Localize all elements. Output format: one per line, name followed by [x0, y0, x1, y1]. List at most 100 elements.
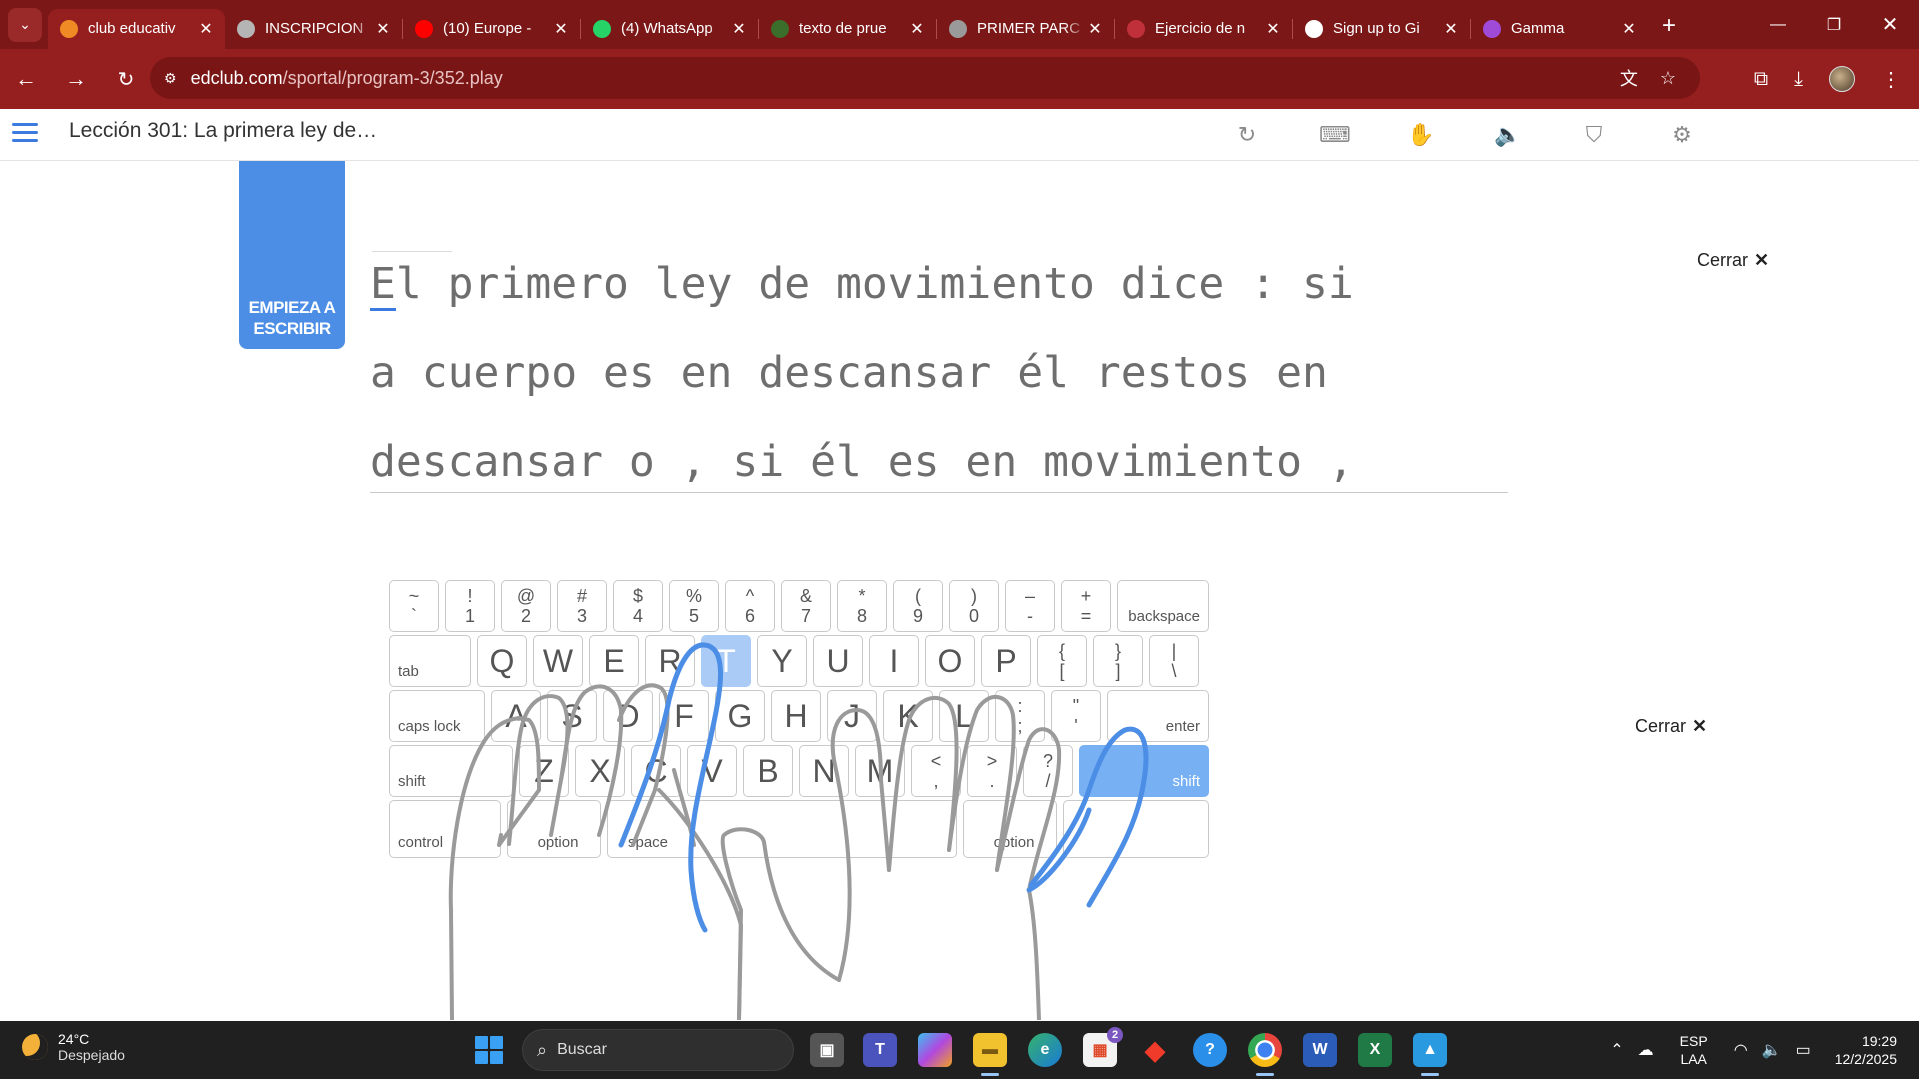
- key-o[interactable]: O: [925, 635, 975, 687]
- key-s[interactable]: S: [547, 690, 597, 742]
- key[interactable]: + =: [1061, 580, 1111, 632]
- keyboard-icon[interactable]: ⌨: [1319, 121, 1351, 149]
- key-p[interactable]: P: [981, 635, 1031, 687]
- key-enter[interactable]: enter: [1107, 690, 1209, 742]
- key[interactable]: " ': [1051, 690, 1101, 742]
- key[interactable]: >.: [967, 745, 1017, 797]
- sound-icon[interactable]: 🔈: [1494, 121, 1522, 149]
- translate-icon[interactable]: 文: [1620, 65, 1638, 91]
- task-view-icon[interactable]: ▣: [810, 1033, 844, 1067]
- back-button[interactable]: ←: [6, 59, 46, 99]
- close-tab-icon[interactable]: ✕: [1086, 19, 1104, 39]
- theme-paint-icon[interactable]: ⛉: [1580, 121, 1608, 149]
- address-bar[interactable]: ⚙ edclub.com/sportal/program-3/352.play …: [150, 57, 1700, 99]
- language-indicator[interactable]: ESP LAA: [1680, 1032, 1708, 1068]
- close-window-button[interactable]: ✕: [1862, 0, 1918, 49]
- edge-icon[interactable]: e: [1028, 1033, 1062, 1067]
- key-m[interactable]: M: [855, 745, 905, 797]
- settings-gear-icon[interactable]: ⚙: [1668, 121, 1696, 149]
- key-tab[interactable]: tab: [389, 635, 471, 687]
- app-diamond-icon[interactable]: ◆: [1138, 1033, 1172, 1067]
- site-info-icon[interactable]: ⚙: [164, 70, 177, 87]
- store-icon[interactable]: ▦ 2: [1083, 1027, 1123, 1067]
- profile-avatar[interactable]: [1829, 66, 1855, 92]
- key-k[interactable]: K: [883, 690, 933, 742]
- key[interactable]: }]: [1093, 635, 1143, 687]
- close-button-bottom[interactable]: Cerrar ✕: [1635, 716, 1707, 737]
- key[interactable]: @2: [501, 580, 551, 632]
- extensions-icon[interactable]: ⧉: [1754, 68, 1768, 91]
- key-control[interactable]: control: [389, 800, 501, 858]
- battery-icon[interactable]: ▭: [1796, 1040, 1811, 1060]
- hand-icon[interactable]: ✋: [1407, 121, 1435, 149]
- close-tab-icon[interactable]: ✕: [908, 19, 926, 39]
- key-w[interactable]: W: [533, 635, 583, 687]
- close-button-top[interactable]: Cerrar ✕: [1697, 250, 1769, 271]
- restart-icon[interactable]: ↻: [1233, 121, 1261, 149]
- file-explorer-icon[interactable]: ▬: [973, 1033, 1007, 1076]
- key[interactable]: $4: [613, 580, 663, 632]
- browser-tab[interactable]: Gamma ✕: [1471, 9, 1648, 49]
- volume-icon[interactable]: 🔈: [1762, 1040, 1782, 1060]
- new-tab-button[interactable]: +: [1662, 12, 1676, 40]
- chrome-icon[interactable]: [1248, 1033, 1282, 1076]
- key[interactable]: & 7: [781, 580, 831, 632]
- key-n[interactable]: N: [799, 745, 849, 797]
- key[interactable]: ! 1: [445, 580, 495, 632]
- key[interactable]: ~ `: [389, 580, 439, 632]
- browser-tab[interactable]: texto de prue ✕: [759, 9, 936, 49]
- close-tab-icon[interactable]: ✕: [197, 19, 215, 39]
- typing-text[interactable]: El primero ley de movimiento dice : si a…: [370, 250, 1510, 517]
- key-y[interactable]: Y: [757, 635, 807, 687]
- key-blank[interactable]: [1063, 800, 1209, 858]
- key[interactable]: – -: [1005, 580, 1055, 632]
- key[interactable]: ) 0: [949, 580, 999, 632]
- minimize-button[interactable]: —: [1750, 0, 1806, 49]
- key[interactable]: <,: [911, 745, 961, 797]
- key-z[interactable]: Z: [519, 745, 569, 797]
- close-tab-icon[interactable]: ✕: [730, 19, 748, 39]
- help-icon[interactable]: ?: [1193, 1033, 1227, 1067]
- browser-tab[interactable]: Ejercicio de n ✕: [1115, 9, 1292, 49]
- key-r[interactable]: R: [645, 635, 695, 687]
- key-a[interactable]: A: [491, 690, 541, 742]
- key-g[interactable]: G: [715, 690, 765, 742]
- key-e[interactable]: E: [589, 635, 639, 687]
- key[interactable]: ^ 6: [725, 580, 775, 632]
- key[interactable]: ? /: [1023, 745, 1073, 797]
- restore-button[interactable]: ❐: [1806, 0, 1862, 49]
- menu-dots-icon[interactable]: ⋮: [1881, 67, 1901, 92]
- copilot-icon[interactable]: [918, 1033, 952, 1067]
- key-u[interactable]: U: [813, 635, 863, 687]
- key-option-right[interactable]: option: [963, 800, 1057, 858]
- close-tab-icon[interactable]: ✕: [374, 19, 392, 39]
- key-d[interactable]: D: [603, 690, 653, 742]
- teams-icon[interactable]: T: [863, 1033, 897, 1067]
- key[interactable]: | \: [1149, 635, 1199, 687]
- key[interactable]: :;: [995, 690, 1045, 742]
- key-shift-left[interactable]: shift: [389, 745, 513, 797]
- key-t[interactable]: T: [701, 635, 751, 687]
- key-option-left[interactable]: option: [507, 800, 601, 858]
- key-b[interactable]: B: [743, 745, 793, 797]
- photos-icon[interactable]: ▲: [1413, 1033, 1447, 1076]
- browser-tab[interactable]: (4) WhatsApp ✕: [581, 9, 758, 49]
- key[interactable]: * 8: [837, 580, 887, 632]
- key-caps-lock[interactable]: caps lock: [389, 690, 485, 742]
- chevron-up-icon[interactable]: ⌃: [1610, 1040, 1623, 1060]
- key[interactable]: {[: [1037, 635, 1087, 687]
- forward-button[interactable]: →: [56, 59, 96, 99]
- key-space[interactable]: space: [607, 800, 957, 858]
- browser-tab[interactable]: PRIMER PARC ✕: [937, 9, 1114, 49]
- key-c[interactable]: C: [631, 745, 681, 797]
- key-i[interactable]: I: [869, 635, 919, 687]
- download-icon[interactable]: ⤓: [1794, 68, 1803, 91]
- start-typing-tab[interactable]: EMPIEZA A ESCRIBIR: [239, 161, 345, 349]
- windows-start-icon[interactable]: [475, 1036, 503, 1064]
- wifi-icon[interactable]: ◠: [1734, 1040, 1748, 1060]
- word-icon[interactable]: W: [1303, 1033, 1337, 1067]
- bookmark-star-icon[interactable]: ☆: [1660, 68, 1676, 89]
- key-q[interactable]: Q: [477, 635, 527, 687]
- excel-icon[interactable]: X: [1358, 1033, 1392, 1067]
- tab-search-button[interactable]: ⌄: [8, 7, 42, 42]
